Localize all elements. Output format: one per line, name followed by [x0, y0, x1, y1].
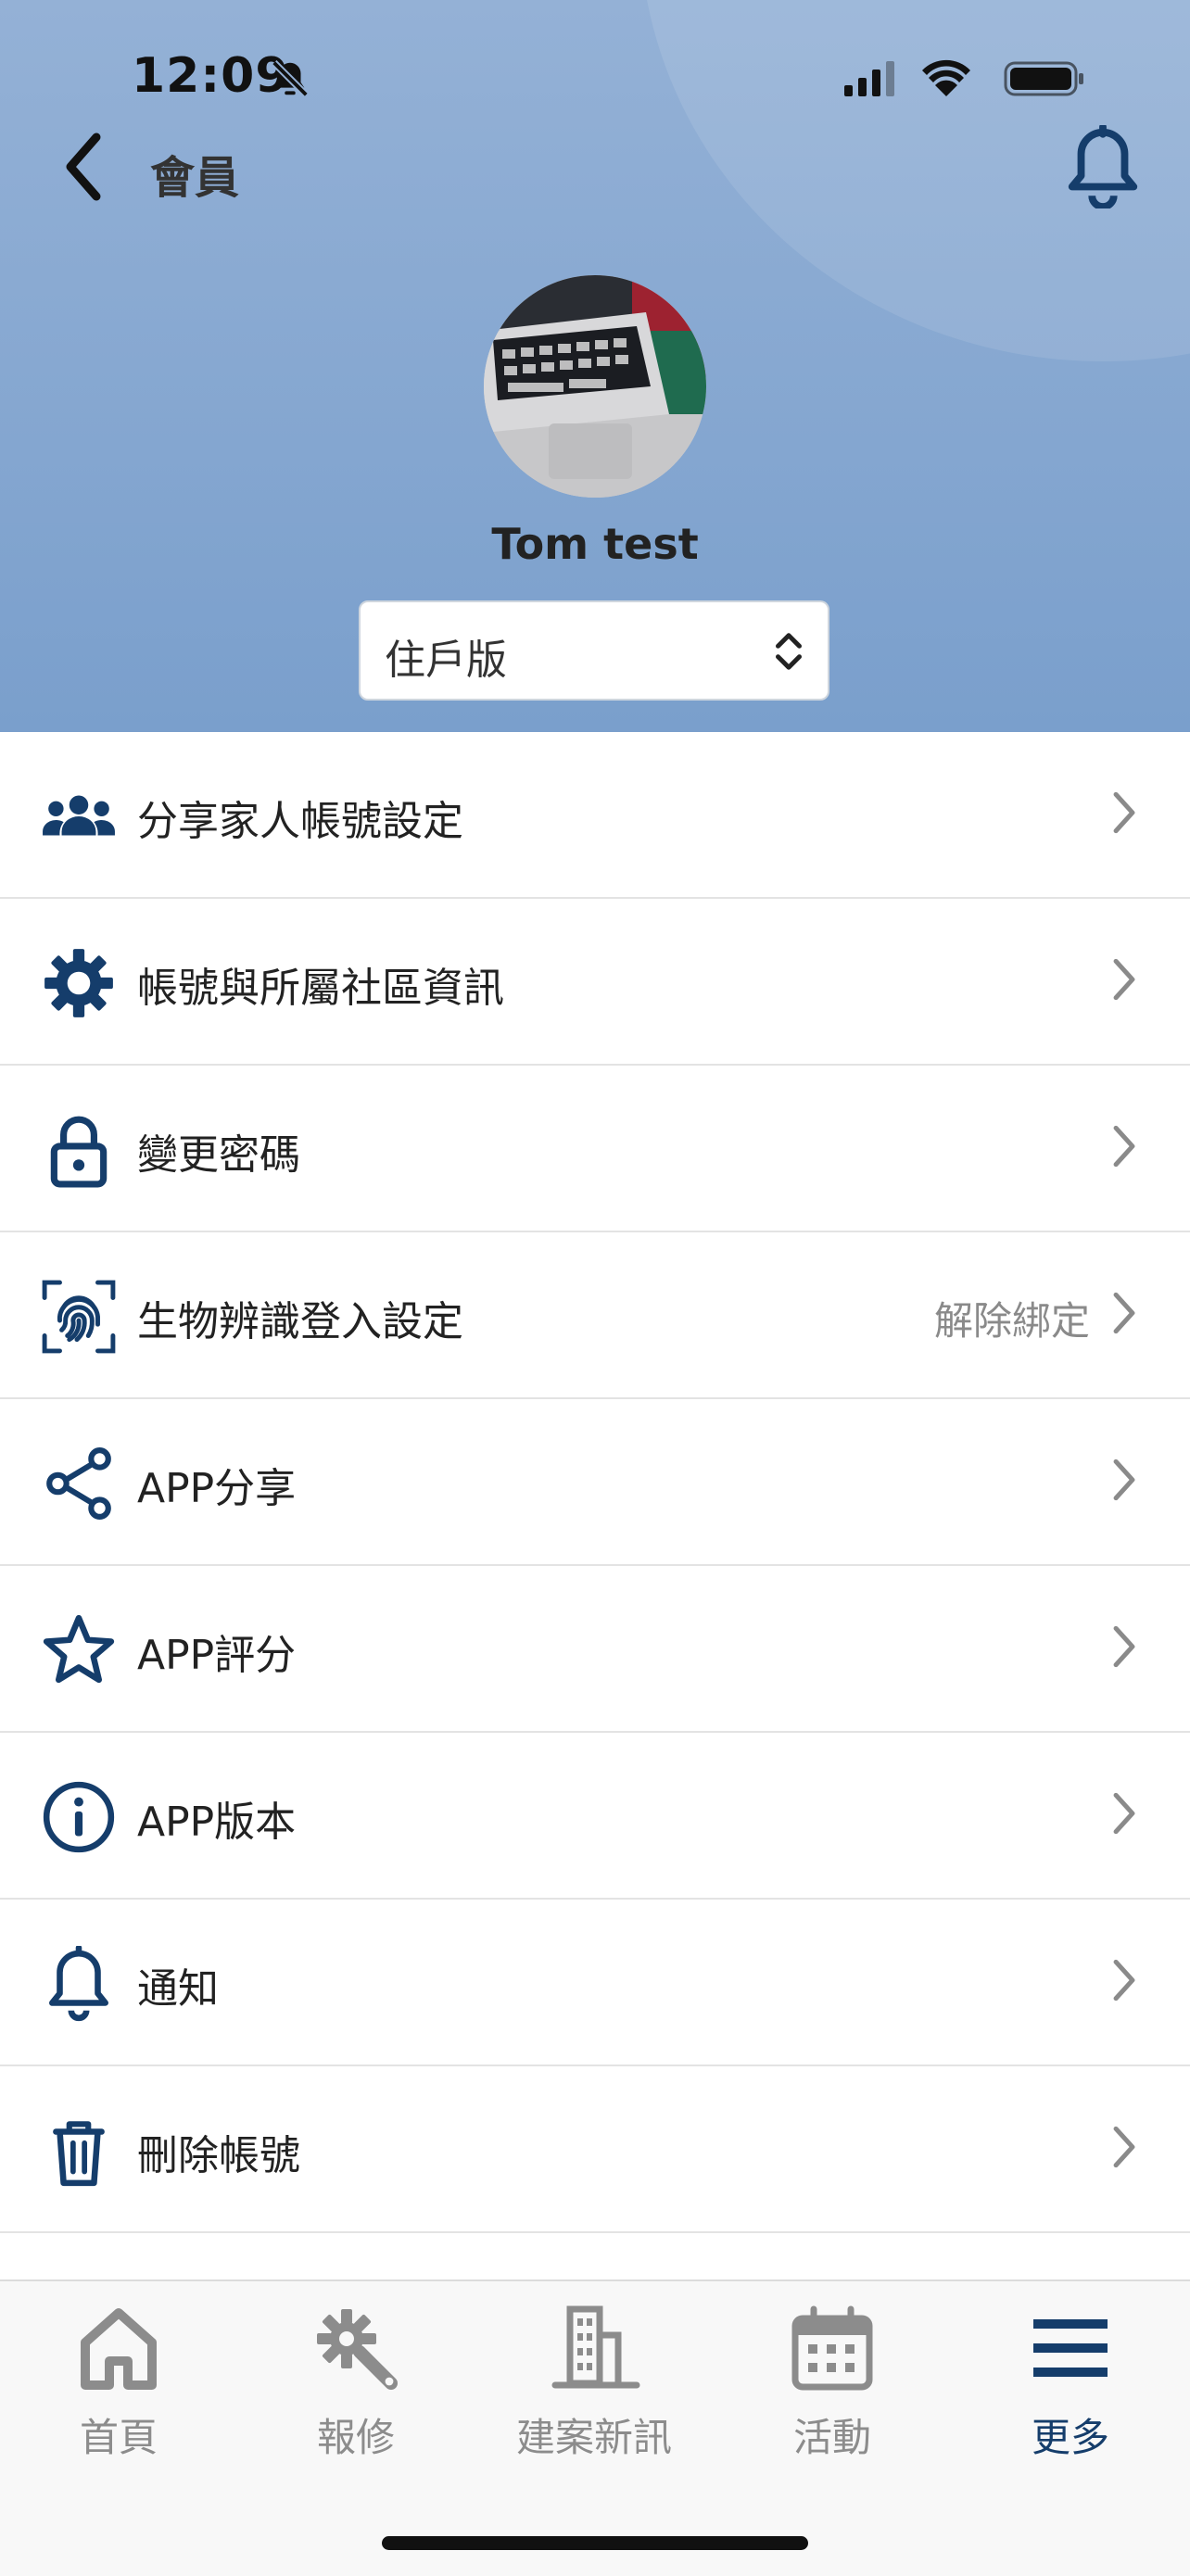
chevron-right-icon: [1113, 791, 1135, 834]
menu-item-label: 分享家人帳號設定: [137, 798, 463, 845]
chevron-right-icon: [1113, 958, 1135, 1001]
building-icon: [551, 2305, 640, 2389]
tab-label: 首頁: [79, 2415, 158, 2460]
menu-item-family-sharing[interactable]: 分享家人帳號設定: [0, 732, 1190, 899]
chevron-right-icon: [1113, 1125, 1135, 1168]
tab-label: 報修: [316, 2415, 395, 2460]
menu-item-app-rating[interactable]: APP評分: [0, 1566, 1190, 1733]
up-down-chevron-icon: [776, 633, 802, 670]
page-title: 會員: [150, 152, 240, 204]
notification-bell-icon[interactable]: [1066, 125, 1140, 208]
unbind-status: 解除綁定: [933, 1298, 1090, 1344]
chevron-right-icon: [1113, 1792, 1135, 1835]
chevron-right-icon: [1113, 1292, 1135, 1334]
chevron-right-icon: [1113, 1959, 1135, 2001]
menu-item-app-version[interactable]: APP版本: [0, 1733, 1190, 1900]
menu-item-label: 變更密碼: [137, 1131, 300, 1179]
fingerprint-icon: [42, 1280, 116, 1354]
home-indicator: [382, 2536, 808, 2550]
tab-new-projects[interactable]: 建案新訊: [475, 2281, 713, 2485]
menu-item-label: 刪除帳號: [137, 2132, 300, 2179]
trash-icon: [53, 2121, 105, 2187]
back-chevron-icon[interactable]: [56, 130, 111, 204]
tab-home[interactable]: 首頁: [0, 2281, 237, 2485]
bell-icon: [49, 1946, 108, 2022]
menu-item-account-info[interactable]: 帳號與所屬社區資訊: [0, 899, 1190, 1066]
profile-header: 12:09 會員 Tom test 住戶版: [0, 0, 1190, 732]
tab-events[interactable]: 活動: [714, 2281, 951, 2485]
menu-item-change-password[interactable]: 變更密碼: [0, 1066, 1190, 1232]
bottom-tab-bar: 首頁 報修 建案新訊 活動 更多: [0, 2279, 1190, 2576]
repair-icon: [317, 2309, 398, 2390]
version-selector-value: 住戶版: [385, 637, 507, 684]
menu-item-label: APP版本: [137, 1799, 297, 1846]
settings-menu: 分享家人帳號設定 帳號與所屬社區資訊 變更密碼 生物辨識登入設定 解除綁定 AP…: [0, 732, 1190, 2233]
tab-repair[interactable]: 報修: [237, 2281, 475, 2485]
user-name: Tom test: [491, 519, 699, 569]
status-indicators: [844, 59, 1083, 96]
menu-icon: [1033, 2319, 1108, 2377]
avatar-photo: [484, 275, 706, 498]
chevron-right-icon: [1113, 1625, 1135, 1668]
menu-item-label: 帳號與所屬社區資訊: [137, 965, 504, 1012]
calendar-icon: [791, 2305, 873, 2391]
menu-item-label: APP評分: [137, 1632, 297, 1679]
chevron-right-icon: [1113, 1458, 1135, 1501]
family-users-icon: [43, 795, 115, 836]
silent-mode-icon: [272, 60, 309, 97]
signal-icon: [844, 61, 894, 96]
menu-item-label: 生物辨識登入設定: [137, 1298, 463, 1345]
lock-icon: [50, 1116, 108, 1188]
version-selector[interactable]: 住戶版: [359, 600, 829, 701]
tab-label: 活動: [792, 2415, 871, 2460]
info-icon: [43, 1781, 115, 1853]
menu-item-delete-account[interactable]: 刪除帳號: [0, 2066, 1190, 2233]
menu-item-label: 通知: [137, 1965, 219, 2013]
menu-item-label: APP分享: [137, 1465, 297, 1512]
star-icon: [43, 1614, 115, 1684]
status-time: 12:09: [132, 48, 290, 104]
menu-item-app-share[interactable]: APP分享: [0, 1399, 1190, 1566]
battery-icon: [1004, 61, 1083, 96]
wifi-icon: [922, 59, 970, 96]
menu-item-biometric-login[interactable]: 生物辨識登入設定 解除綁定: [0, 1232, 1190, 1399]
share-icon: [46, 1447, 111, 1520]
gear-icon: [44, 949, 113, 1017]
avatar[interactable]: [484, 275, 706, 498]
tab-label: 更多: [1031, 2415, 1109, 2460]
tab-label: 建案新訊: [515, 2415, 672, 2460]
chevron-right-icon: [1113, 2126, 1135, 2168]
menu-item-notifications[interactable]: 通知: [0, 1900, 1190, 2066]
home-icon: [81, 2308, 157, 2390]
tab-more[interactable]: 更多: [952, 2281, 1189, 2485]
